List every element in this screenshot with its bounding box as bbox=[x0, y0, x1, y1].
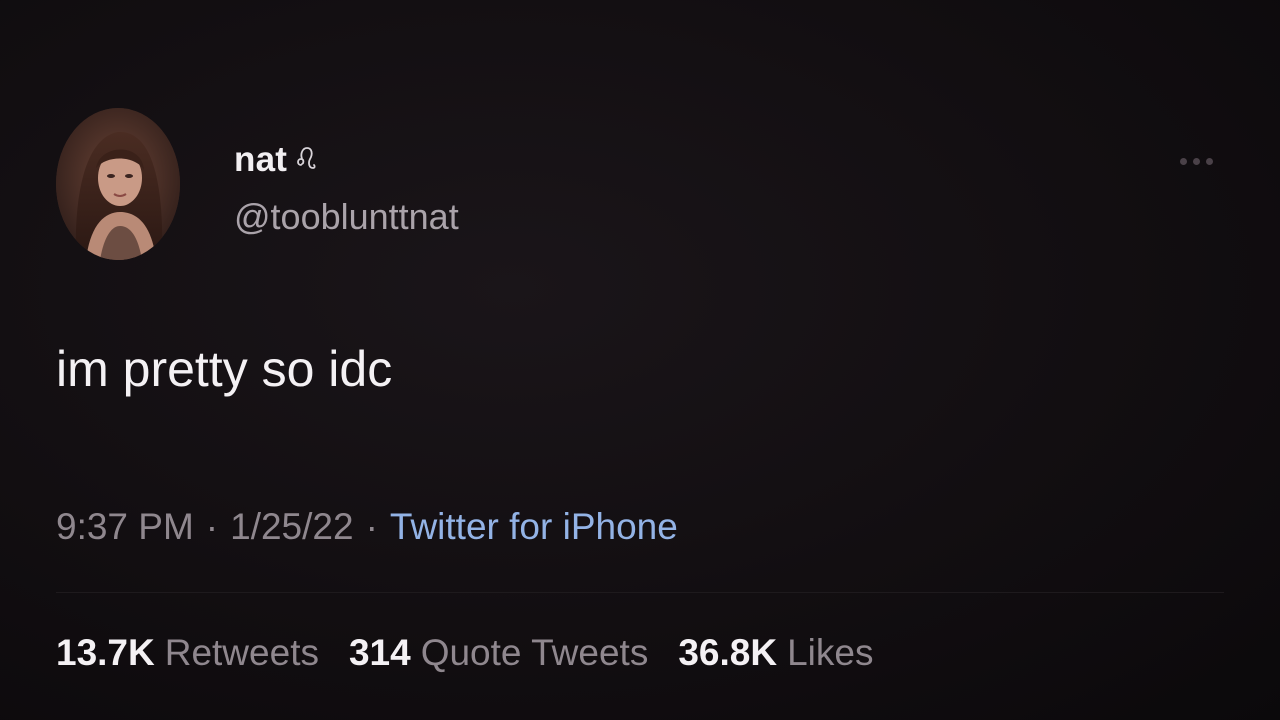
tweet-source-link[interactable]: Twitter for iPhone bbox=[390, 506, 678, 547]
more-options-button[interactable] bbox=[1168, 148, 1224, 174]
quote-tweets-label: Quote Tweets bbox=[420, 632, 649, 673]
leo-icon bbox=[297, 147, 316, 169]
tweet-text: im pretty so idc bbox=[56, 341, 393, 397]
author-handle[interactable]: @tooblunttnat bbox=[234, 196, 459, 238]
engagement-stats: 13.7K Retweets 314 Quote Tweets 36.8K Likes bbox=[56, 632, 873, 674]
tweet-detail: nat @tooblunttnat im pretty so idc 9:37 … bbox=[0, 0, 1280, 720]
more-options-icon-dot bbox=[1192, 157, 1200, 165]
divider bbox=[56, 592, 1224, 593]
tweet-date[interactable]: 1/25/22 bbox=[230, 506, 353, 547]
retweets-label: Retweets bbox=[164, 632, 319, 673]
retweets-count: 13.7K bbox=[56, 632, 155, 673]
tweet-time[interactable]: 9:37 PM bbox=[56, 506, 194, 547]
likes-stat[interactable]: 36.8K Likes bbox=[678, 632, 873, 674]
quote-tweets-count: 314 bbox=[348, 632, 411, 673]
avatar-photo bbox=[56, 108, 180, 260]
likes-label: Likes bbox=[787, 632, 874, 673]
meta-separator: · bbox=[365, 506, 378, 547]
tweet-metadata: 9:37 PM · 1/25/22 · Twitter for iPhone bbox=[56, 506, 678, 548]
more-options-icon-dot bbox=[1205, 157, 1213, 165]
display-name-text: nat bbox=[234, 140, 288, 179]
quote-tweets-stat[interactable]: 314 Quote Tweets bbox=[349, 632, 648, 674]
more-options-icon bbox=[1179, 157, 1187, 165]
likes-count: 36.8K bbox=[678, 632, 778, 673]
avatar[interactable] bbox=[56, 108, 180, 260]
author-display-name[interactable]: nat bbox=[234, 140, 317, 180]
retweets-stat[interactable]: 13.7K Retweets bbox=[56, 632, 319, 674]
meta-separator: · bbox=[205, 506, 219, 547]
